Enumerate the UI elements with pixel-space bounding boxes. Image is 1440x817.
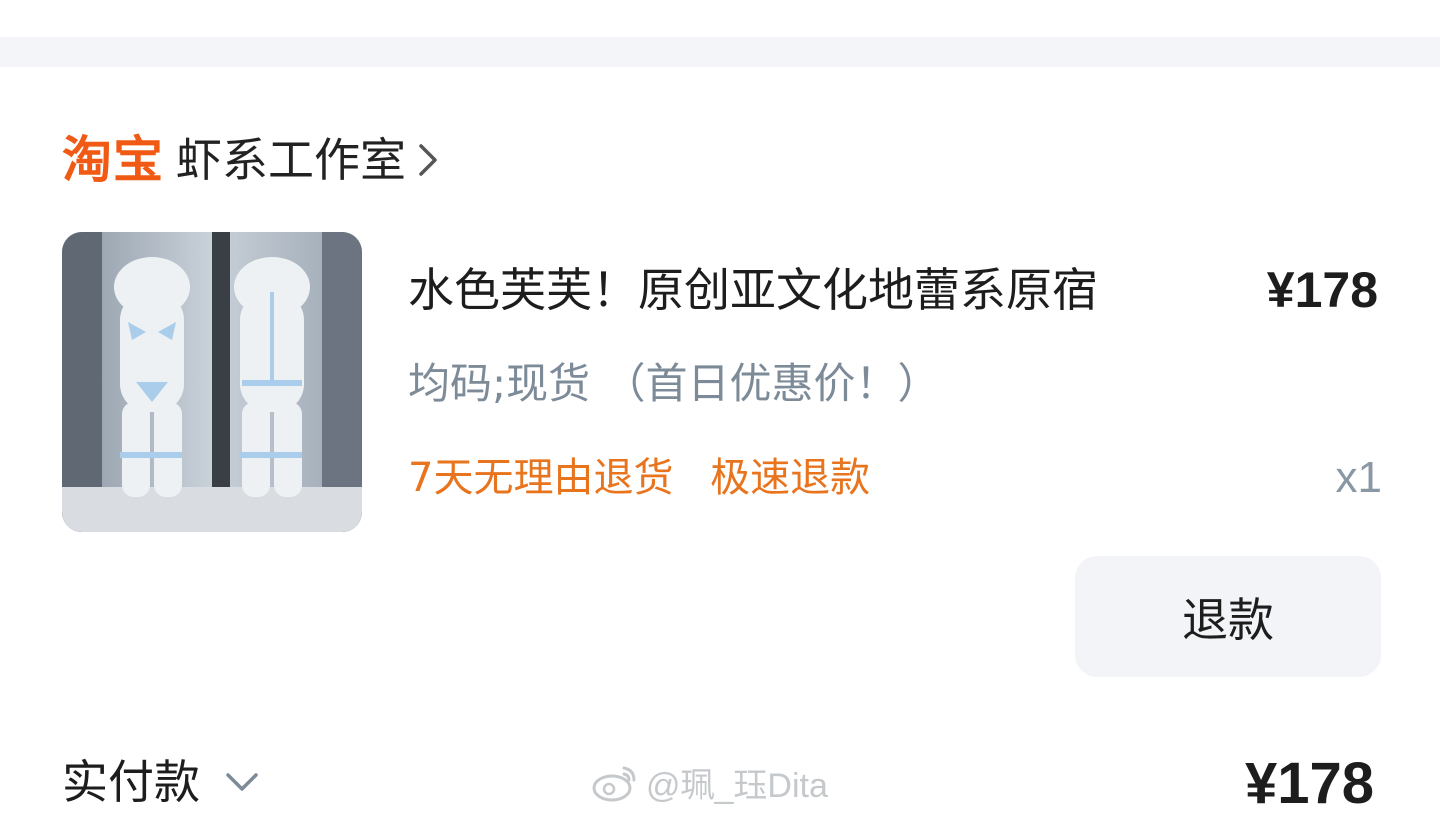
- service-tags: 7天无理由退货 极速退款: [408, 450, 870, 506]
- product-price: ¥178: [1266, 262, 1378, 318]
- paid-amount-toggle[interactable]: 实付款: [62, 752, 260, 812]
- paid-label: 实付款: [62, 755, 200, 809]
- top-divider-band: [0, 37, 1440, 67]
- watermark: @珮_珏Dita: [590, 758, 828, 807]
- order-page: 淘宝 虾系工作室 水色芙芙！原创亚文化地蕾系原宿 ¥178 均码;现货 （首日优…: [0, 0, 1440, 817]
- paid-amount: ¥178: [1244, 751, 1374, 816]
- refund-button[interactable]: 退款: [1075, 556, 1381, 677]
- product-title[interactable]: 水色芙芙！原创亚文化地蕾系原宿: [408, 262, 1098, 318]
- shop-name[interactable]: 虾系工作室: [176, 137, 406, 183]
- chevron-down-icon[interactable]: [224, 767, 260, 797]
- product-image[interactable]: [62, 232, 362, 532]
- watermark-text: @珮_珏Dita: [646, 767, 828, 805]
- weibo-icon: [590, 764, 638, 802]
- chevron-right-icon[interactable]: [416, 135, 446, 185]
- product-sku: 均码;现货 （首日优惠价！）: [408, 359, 940, 408]
- shop-header[interactable]: 淘宝 虾系工作室: [62, 130, 446, 190]
- taobao-logo: 淘宝: [62, 131, 164, 189]
- service-tag-fast-refund: 极速退款: [710, 455, 871, 501]
- product-quantity: x1: [1335, 453, 1382, 502]
- service-tag-return: 7天无理由退货: [408, 455, 674, 501]
